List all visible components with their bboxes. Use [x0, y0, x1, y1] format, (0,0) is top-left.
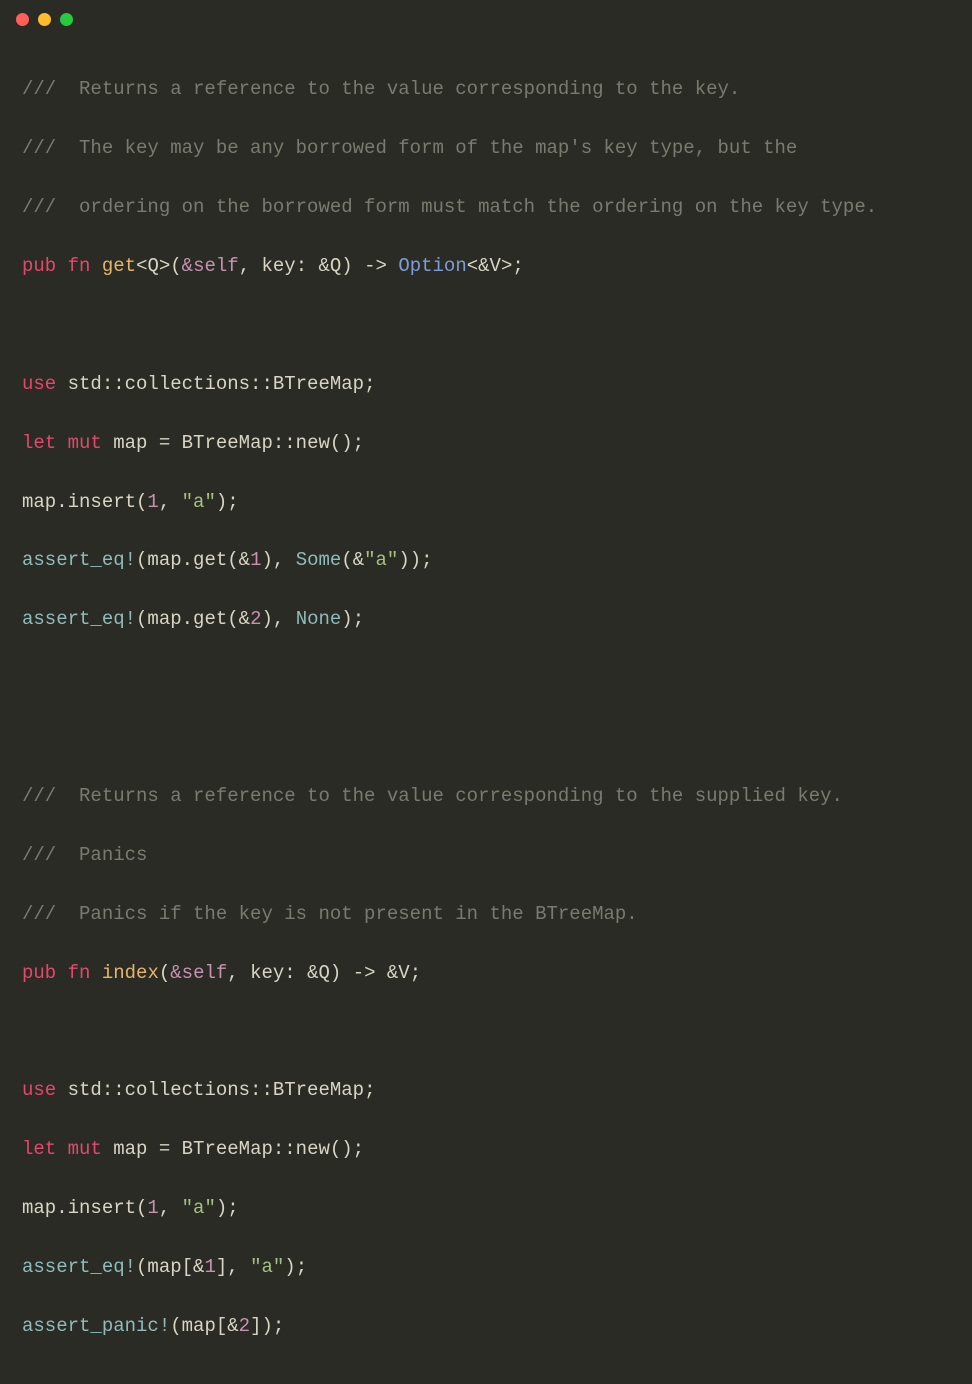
kw-pub: pub [22, 962, 56, 984]
comment: /// The key may be any borrowed form of … [22, 137, 797, 159]
signature-line: pub fn get<Q>(&self, key: &Q) -> Option<… [22, 252, 950, 281]
code: , [159, 491, 182, 513]
comment-line: /// Panics [22, 841, 950, 870]
comment: /// Returns a reference to the value cor… [22, 785, 843, 807]
type-option: Option [398, 255, 466, 277]
code: ); [284, 1256, 307, 1278]
macro: assert_eq! [22, 1256, 136, 1278]
close-icon[interactable] [16, 13, 29, 26]
code: ); [216, 491, 239, 513]
use-path: std::collections::BTreeMap; [56, 1079, 375, 1101]
kw-let: let [22, 1138, 56, 1160]
editor-window: /// Returns a reference to the value cor… [0, 0, 972, 692]
blank-line [22, 664, 950, 693]
code: ( [159, 962, 170, 984]
sig-part: <&V>; [467, 255, 524, 277]
assert-line: assert_eq!(map.get(&1), Some(&"a")); [22, 546, 950, 575]
comment: /// ordering on the borrowed form must m… [22, 196, 877, 218]
kw-let: let [22, 432, 56, 454]
code: map.insert( [22, 1197, 147, 1219]
code: (& [341, 549, 364, 571]
fn-name: index [102, 962, 159, 984]
code: (map[& [136, 1256, 204, 1278]
self-ref: &self [182, 255, 239, 277]
comment-line: /// ordering on the borrowed form must m… [22, 193, 950, 222]
kw-use: use [22, 373, 56, 395]
code: , [159, 1197, 182, 1219]
let-rest: map = BTreeMap::new(); [102, 432, 364, 454]
signature-line: pub fn index(&self, key: &Q) -> &V; [22, 959, 950, 988]
code: (map[& [170, 1315, 238, 1337]
num: 1 [204, 1256, 215, 1278]
num: 2 [250, 608, 261, 630]
none: None [296, 608, 342, 630]
num: 2 [239, 1315, 250, 1337]
window-titlebar [0, 0, 972, 34]
blank-line [22, 311, 950, 340]
assert-line: assert_eq!(map[&1], "a"); [22, 1253, 950, 1282]
use-path: std::collections::BTreeMap; [56, 373, 375, 395]
assert-line: assert_panic!(map[&2]); [22, 1312, 950, 1341]
code: (map.get(& [136, 549, 250, 571]
comment-line: /// The key may be any borrowed form of … [22, 134, 950, 163]
code: ); [216, 1197, 239, 1219]
code: (map.get(& [136, 608, 250, 630]
comment-line: /// Returns a reference to the value cor… [22, 75, 950, 104]
let-line: let mut map = BTreeMap::new(); [22, 429, 950, 458]
use-line: use std::collections::BTreeMap; [22, 370, 950, 399]
comment: /// Panics if the key is not present in … [22, 903, 638, 925]
macro: assert_eq! [22, 549, 136, 571]
comment: /// Panics [22, 844, 147, 866]
kw-fn: fn [68, 962, 91, 984]
insert-line: map.insert(1, "a"); [22, 488, 950, 517]
kw-fn: fn [68, 255, 91, 277]
code: ], [216, 1256, 250, 1278]
let-line: let mut map = BTreeMap::new(); [22, 1135, 950, 1164]
comment-line: /// Returns a reference to the value cor… [22, 782, 950, 811]
kw-mut: mut [68, 1138, 102, 1160]
minimize-icon[interactable] [38, 13, 51, 26]
sig-part: <Q>( [136, 255, 182, 277]
macro: assert_eq! [22, 608, 136, 630]
let-rest: map = BTreeMap::new(); [102, 1138, 364, 1160]
kw-use: use [22, 1079, 56, 1101]
code: ]); [250, 1315, 284, 1337]
sig-part: , key: &Q) -> [239, 255, 399, 277]
code: map.insert( [22, 491, 147, 513]
code: ), [261, 608, 295, 630]
kw-pub: pub [22, 255, 56, 277]
macro: assert_panic! [22, 1315, 170, 1337]
code: ), [261, 549, 295, 571]
zoom-icon[interactable] [60, 13, 73, 26]
self-ref: &self [170, 962, 227, 984]
comment-line: /// Panics if the key is not present in … [22, 900, 950, 929]
str: "a" [182, 1197, 216, 1219]
assert-line: assert_eq!(map.get(&2), None); [22, 605, 950, 634]
fn-name: get [102, 255, 136, 277]
num: 1 [147, 491, 158, 513]
blank-line [22, 723, 950, 752]
code: )); [398, 549, 432, 571]
kw-mut: mut [68, 432, 102, 454]
str: "a" [250, 1256, 284, 1278]
code-area[interactable]: /// Returns a reference to the value cor… [0, 34, 972, 1384]
str: "a" [364, 549, 398, 571]
num: 1 [250, 549, 261, 571]
num: 1 [147, 1197, 158, 1219]
comment: /// Returns a reference to the value cor… [22, 78, 740, 100]
code: ); [341, 608, 364, 630]
str: "a" [182, 491, 216, 513]
blank-line [22, 1017, 950, 1046]
insert-line: map.insert(1, "a"); [22, 1194, 950, 1223]
use-line: use std::collections::BTreeMap; [22, 1076, 950, 1105]
some: Some [296, 549, 342, 571]
code: , key: &Q) -> &V; [227, 962, 421, 984]
